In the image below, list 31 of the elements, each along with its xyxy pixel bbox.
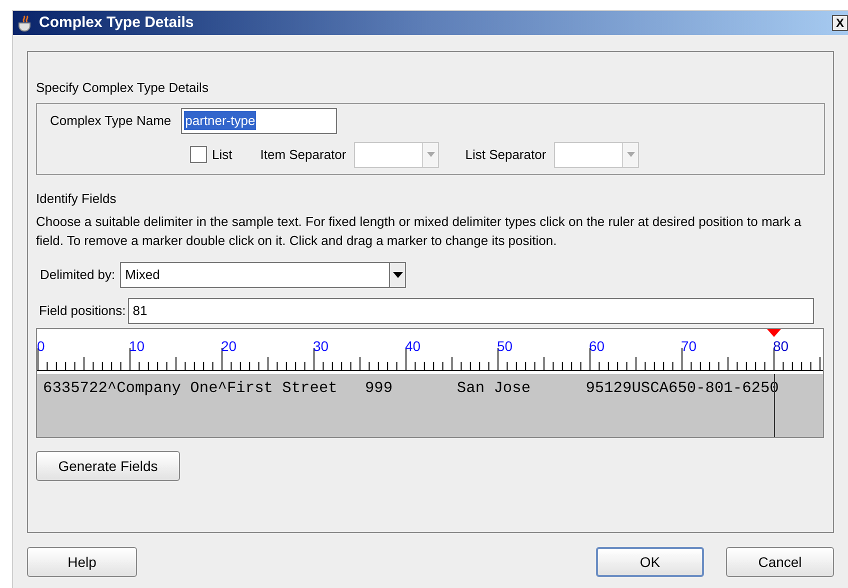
field-marker-icon[interactable] (767, 329, 781, 337)
ruler-label: 70 (681, 337, 697, 353)
type-name-field[interactable]: partner-type (181, 108, 338, 134)
ruler-label: 10 (129, 337, 145, 353)
identify-fields-title: Identify Fields (36, 190, 116, 208)
type-name-label: Complex Type Name (50, 112, 172, 130)
ruler-label: 60 (589, 337, 605, 353)
close-button[interactable]: X (832, 15, 848, 31)
ruler-label: 50 (497, 337, 513, 353)
instructions-text: Choose a suitable delimiter in the sample text. For fixed length or mixed delimiter types click on the ruler at desired position to mark a field. To remove a marker double click on it. Click and drag a marker to change its position. (36, 213, 802, 250)
ruler-label: 30 (313, 337, 329, 353)
section-title: Specify Complex Type Details (36, 79, 208, 97)
ruler-label: 80 (773, 329, 789, 353)
delimited-by-dropdown[interactable]: Mixed (120, 262, 406, 288)
list-checkbox[interactable] (190, 146, 207, 163)
ruler-label: 20 (221, 337, 237, 353)
list-label: List (212, 146, 232, 164)
item-separator-label: Item Separator (260, 146, 346, 164)
generate-fields-button[interactable]: Generate Fields (36, 451, 180, 481)
type-name-value: partner-type (184, 110, 256, 130)
list-separator-label: List Separator (465, 146, 546, 164)
field-positions-field[interactable]: 81 (128, 298, 814, 324)
ok-button[interactable]: OK (596, 547, 704, 577)
ruler-label: 0 (37, 337, 45, 353)
field-marker-line (774, 374, 775, 437)
field-positions-label: Field positions: (39, 302, 126, 320)
window-title: Complex Type Details (39, 12, 194, 33)
ruler-label: 40 (405, 337, 421, 353)
help-button[interactable]: Help (27, 547, 137, 577)
cancel-button[interactable]: Cancel (726, 547, 834, 577)
delimited-by-label: Delimited by: (40, 266, 116, 284)
